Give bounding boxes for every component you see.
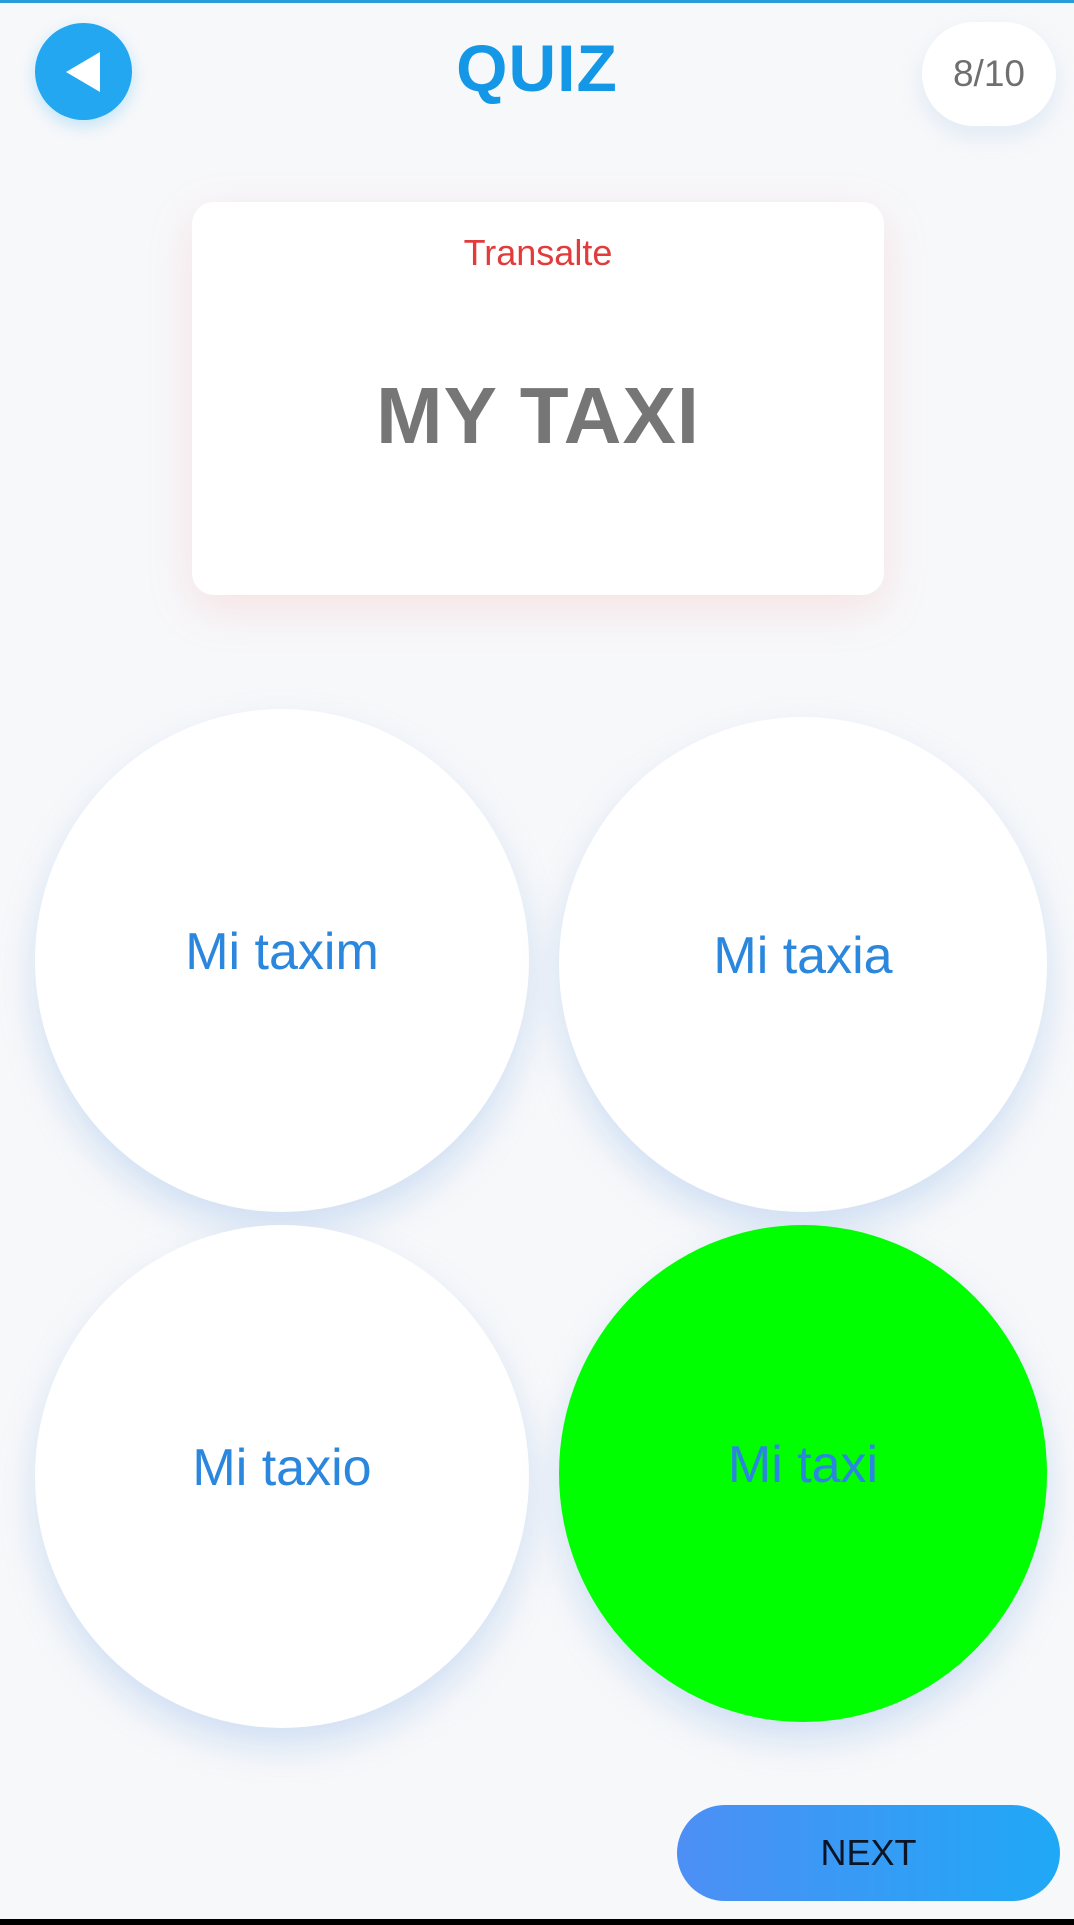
answer-option-4-correct[interactable]: Mi taxi xyxy=(559,1225,1047,1722)
top-accent-line xyxy=(0,0,1074,3)
card-instruction-label: Transalte xyxy=(463,232,613,273)
bottom-bar xyxy=(0,1919,1074,1925)
next-button[interactable]: NEXT xyxy=(677,1805,1060,1901)
answer-option-label: Mi taxia xyxy=(713,926,893,985)
answer-option-1[interactable]: Mi taxim xyxy=(35,709,529,1212)
answer-option-label: Mi taxim xyxy=(185,922,379,981)
progress-badge: 8/10 xyxy=(922,22,1056,126)
answer-option-2[interactable]: Mi taxia xyxy=(559,717,1047,1212)
answer-option-3[interactable]: Mi taxio xyxy=(35,1225,529,1728)
answer-option-label: Mi taxi xyxy=(727,1435,879,1494)
question-card: Transalte MY TAXI xyxy=(192,202,884,595)
answer-option-label: Mi taxio xyxy=(192,1438,372,1497)
page-title: QUIZ xyxy=(456,31,618,105)
question-word: MY TAXI xyxy=(375,371,701,460)
